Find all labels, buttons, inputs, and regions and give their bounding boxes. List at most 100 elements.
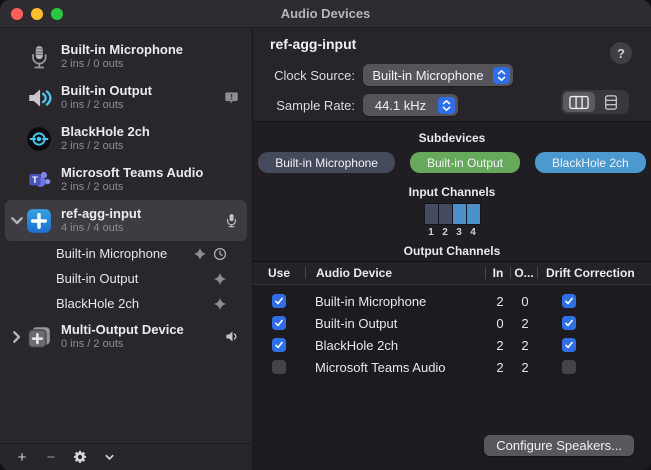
sidebar-item-built-in-output[interactable]: Built-in Output0 ins / 2 outs [5,77,247,118]
use-cell [253,360,305,374]
drift-correction-checkbox[interactable] [562,316,576,330]
column-header-o[interactable]: O... [511,266,537,280]
subdevice-item-built-in-output[interactable]: Built-in Output [0,266,252,291]
traffic-lights [11,8,63,20]
sample-rate-value: 44.1 kHz [363,98,438,113]
audio-device-cell: BlackHole 2ch [305,338,488,353]
sidebar-item-built-in-microphone[interactable]: Built-in Microphone2 ins / 0 outs [5,36,247,77]
subdevice-pill-blackhole-2ch[interactable]: BlackHole 2ch [535,152,646,173]
remove-device-button[interactable]: − [43,450,59,465]
window-title: Audio Devices [0,6,651,21]
drift-correction-checkbox[interactable] [562,360,576,374]
out-count-cell: 0 [512,294,538,309]
table-row[interactable]: Microsoft Teams Audio22 [253,356,651,378]
use-checkbox[interactable] [272,360,286,374]
device-name: Built-in Output [61,83,220,99]
sidebar-item-ref-agg-input[interactable]: ref-agg-input4 ins / 4 outs [5,200,247,241]
input-channel-number: 4 [467,226,480,239]
audio-devices-window: Audio Devices Built-in Microphone2 ins /… [0,0,651,470]
sidebar-item-multi-output-device[interactable]: Multi-Output Device0 ins / 2 outs [5,316,247,357]
view-segment-rows-view-icon[interactable] [595,92,627,112]
in-count-cell: 2 [488,360,512,375]
clock-source-popup[interactable]: Built-in Microphone [363,64,513,86]
columns-view-icon [569,95,589,110]
drift-correction-cell [538,294,651,308]
subdevice-name: Built-in Output [56,271,213,286]
use-cell [253,316,305,330]
help-button[interactable]: ? [610,42,632,64]
input-channel-cell-4 [467,204,480,224]
device-channel-summary: 2 ins / 0 outs [61,58,239,71]
view-segment-columns-view-icon[interactable] [563,92,595,112]
svg-text:T: T [32,174,38,184]
device-list: Built-in Microphone2 ins / 0 outsBuilt-i… [0,28,252,443]
input-channel-number: 2 [439,226,452,239]
input-channel-cell-3 [453,204,466,224]
use-checkbox[interactable] [272,338,286,352]
configure-speakers-button[interactable]: Configure Speakers... [484,435,634,456]
device-channel-summary: 2 ins / 2 outs [61,181,239,194]
out-count-cell: 2 [512,360,538,375]
subdevice-name: Built-in Microphone [56,246,193,261]
column-header-audio-device[interactable]: Audio Device [306,266,485,280]
chevron-down-icon[interactable] [101,452,117,463]
speech-bubble-alert-icon [224,90,239,105]
device-status-icons [224,90,239,105]
sample-rate-popup[interactable]: 44.1 kHz [363,94,458,116]
drift-correction-checkbox[interactable] [562,338,576,352]
subdevice-name: BlackHole 2ch [56,296,213,311]
device-detail-panel: ref-agg-input ? Clock Source: Built-in M… [253,28,651,470]
device-name: Built-in Microphone [61,42,239,58]
zoom-button[interactable] [51,8,63,20]
table-row[interactable]: Built-in Output02 [253,312,651,334]
out-count-cell: 2 [512,316,538,331]
subdevice-pill-built-in-microphone[interactable]: Built-in Microphone [258,152,395,173]
drift-correction-cell [538,338,651,352]
page-title: ref-agg-input [270,36,356,52]
use-checkbox[interactable] [272,294,286,308]
device-channel-summary: 0 ins / 2 outs [61,338,220,351]
device-channel-summary: 2 ins / 2 outs [61,140,239,153]
table-body: Built-in Microphone20Built-in Output02Bl… [253,285,651,378]
drift-icon [193,247,207,261]
subdevice-table: UseAudio DeviceInO...Drift Correction Bu… [253,261,651,470]
column-header-drift-correction[interactable]: Drift Correction [538,266,651,280]
blackhole-icon [25,125,52,152]
input-channels-heading: Input Channels [253,185,651,199]
device-labels: Multi-Output Device0 ins / 2 outs [61,322,220,351]
subdevice-pills: Built-in Microphone Built-in Output BlackH… [253,152,651,173]
close-button[interactable] [11,8,23,20]
minimize-button[interactable] [31,8,43,20]
audio-device-cell: Microsoft Teams Audio [305,360,488,375]
subdevice-pill-built-in-output[interactable]: Built-in Output [410,152,520,173]
input-channel-number: 3 [453,226,466,239]
subdevice-status-icons [193,247,227,261]
table-header: UseAudio DeviceInO...Drift Correction [253,262,651,285]
device-name: Multi-Output Device [61,322,220,338]
device-labels: Microsoft Teams Audio2 ins / 2 outs [61,165,239,194]
sidebar-item-blackhole-2ch[interactable]: BlackHole 2ch2 ins / 2 outs [5,118,247,159]
drift-correction-checkbox[interactable] [562,294,576,308]
add-device-button[interactable]: + [14,450,30,465]
subdevice-item-built-in-microphone[interactable]: Built-in Microphone [0,241,252,266]
disclosure-chevron-icon[interactable] [9,213,25,229]
in-count-cell: 2 [488,338,512,353]
table-row[interactable]: Built-in Microphone20 [253,290,651,312]
device-name: ref-agg-input [61,206,220,222]
device-labels: Built-in Microphone2 ins / 0 outs [61,42,239,71]
table-row[interactable]: BlackHole 2ch22 [253,334,651,356]
use-cell [253,338,305,352]
sidebar-item-microsoft-teams-audio[interactable]: T Microsoft Teams Audio2 ins / 2 outs [5,159,247,200]
device-status-icons [224,213,239,228]
volume-icon [224,329,239,344]
clock-icon [213,247,227,261]
disclosure-chevron-icon[interactable] [9,329,25,345]
column-header-use[interactable]: Use [253,266,305,280]
subdevice-item-blackhole-2ch[interactable]: BlackHole 2ch [0,291,252,316]
gear-icon[interactable] [72,450,88,464]
input-channel-number: 1 [425,226,438,239]
column-header-in[interactable]: In [486,266,510,280]
use-checkbox[interactable] [272,316,286,330]
sidebar-toolbar: + − [0,443,252,470]
input-channel-cell-1 [425,204,438,224]
